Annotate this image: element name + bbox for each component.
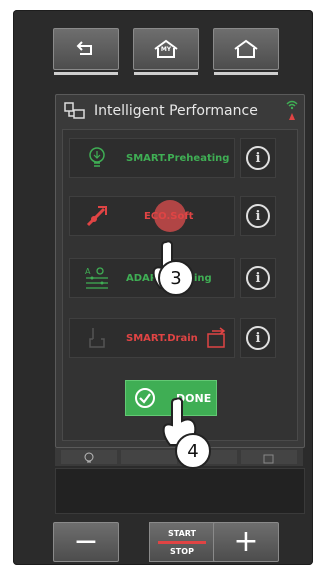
minus-label: − [73, 524, 99, 559]
step-marker-4: 4 [175, 433, 211, 469]
drain-container-icon [263, 454, 274, 464]
adapt-cooking-icon: A [85, 267, 108, 289]
stop-label: STOP [170, 547, 194, 556]
eco-soft-info-button[interactable]: i [240, 196, 276, 236]
info-icon: i [246, 326, 270, 350]
svg-text:A: A [85, 267, 91, 276]
bulb-icon [84, 452, 94, 463]
adapt-cooking-info-button[interactable]: i [240, 258, 276, 298]
home-icon [234, 39, 258, 58]
my-home-label: MY [160, 46, 172, 53]
smart-preheating-info-button[interactable]: i [240, 138, 276, 178]
plus-button[interactable]: + [213, 522, 279, 562]
bulb-icon [89, 147, 105, 167]
smart-drain-info-button[interactable]: i [240, 318, 276, 358]
drain-hand-icon [89, 328, 105, 348]
start-stop-divider [158, 541, 206, 544]
plus-label: + [233, 524, 259, 559]
button-underline [214, 72, 278, 75]
smart-preheating-option[interactable]: SMART.Preheating [69, 138, 235, 178]
start-stop-button[interactable]: START STOP [149, 522, 215, 562]
home-button[interactable] [213, 28, 279, 75]
smart-drain-label: SMART.Drain [126, 332, 198, 344]
wifi-alert-icon [286, 100, 298, 120]
intelligent-performance-icon [64, 102, 85, 119]
eco-soft-option[interactable]: ECO.Soft [69, 196, 235, 236]
info-icon: i [246, 146, 270, 170]
back-button[interactable] [53, 28, 119, 75]
tab-drain[interactable] [241, 450, 297, 464]
back-arrow-icon [76, 41, 92, 55]
start-label: START [167, 529, 197, 538]
panel-title: Intelligent Performance [94, 103, 258, 119]
drain-container-icon [207, 327, 226, 348]
info-icon: i [246, 266, 270, 290]
minus-button[interactable]: − [53, 522, 119, 562]
smart-drain-option[interactable]: SMART.Drain [69, 318, 235, 358]
info-icon: i [246, 204, 270, 228]
tab-preheating[interactable] [61, 450, 117, 464]
step-marker-3: 3 [158, 260, 194, 296]
eco-soft-icon [86, 206, 107, 227]
smart-preheating-label: SMART.Preheating [126, 152, 230, 164]
button-underline [134, 72, 198, 75]
panel-header: Intelligent Performance [56, 95, 304, 127]
eco-soft-label: ECO.Soft [144, 210, 194, 222]
button-underline [54, 72, 118, 75]
lower-display [55, 468, 305, 514]
my-home-button[interactable]: MY [133, 28, 199, 75]
